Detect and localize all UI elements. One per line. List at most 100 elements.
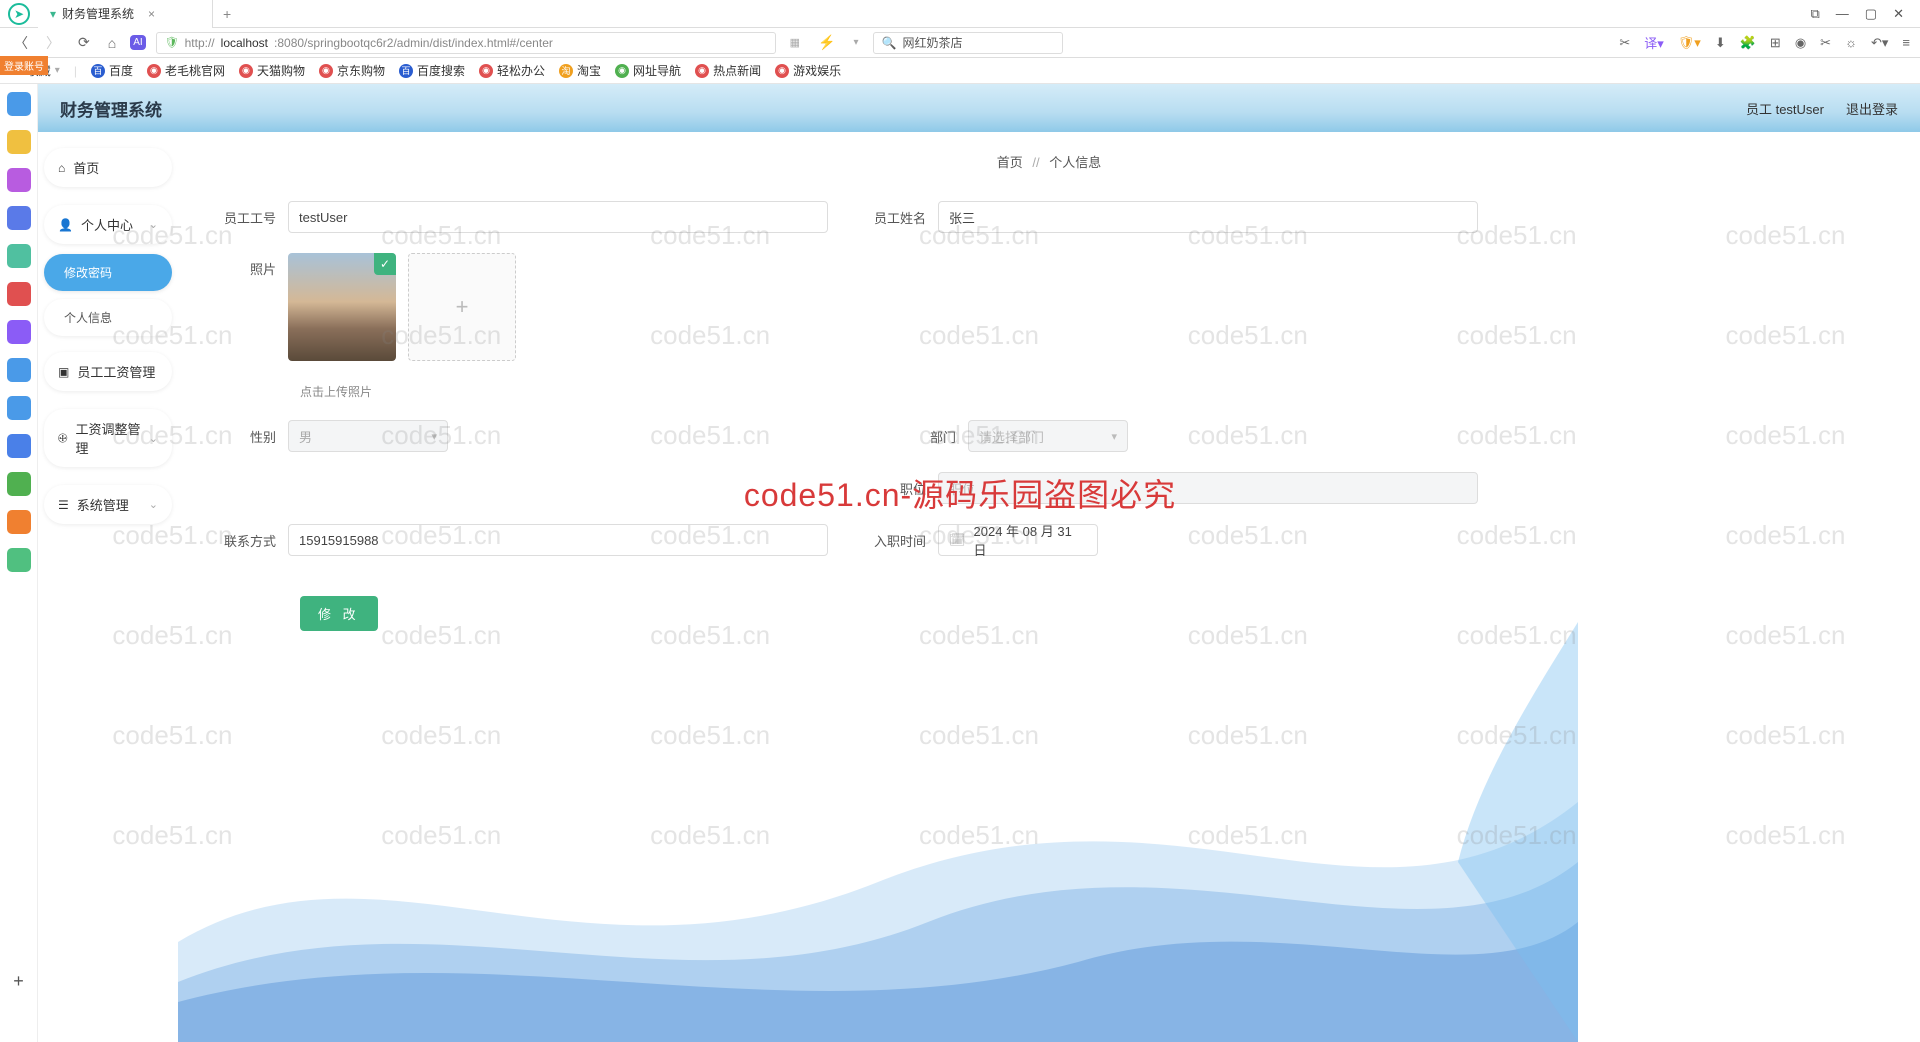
input-emp-id[interactable]: testUser <box>288 201 828 233</box>
menu-salary-mgmt[interactable]: ▣ 员工工资管理 <box>44 352 172 391</box>
app-container: 财务管理系统 员工 testUser 退出登录 ⌂ 首页 👤 个人中心 ⌄ 修改… <box>38 84 1920 1042</box>
calendar-icon: 🗓 <box>949 532 966 548</box>
url-path: :8080/springbootqc6r2/admin/dist/index.h… <box>274 36 553 50</box>
window-minimize-icon[interactable]: — <box>1836 6 1849 22</box>
submenu-change-password[interactable]: 修改密码 <box>44 254 172 291</box>
chevron-down-icon: ⌄ <box>149 432 158 445</box>
download-icon[interactable]: ⬇ <box>1715 35 1726 51</box>
shield-icon[interactable]: 🛡▾ <box>1678 35 1701 51</box>
label-photo: 照片 <box>208 253 288 278</box>
add-app-icon[interactable]: + <box>13 971 24 992</box>
browser-logo-icon: ➤ <box>8 3 30 25</box>
sun-icon[interactable]: ☼ <box>1845 35 1857 50</box>
menu-personal[interactable]: 👤 个人中心 ⌄ <box>44 205 172 244</box>
nav-back-icon[interactable]: 〈 <box>10 31 32 55</box>
menu-system-mgmt[interactable]: ☰ 系统管理 ⌄ <box>44 485 172 524</box>
bookmark-item[interactable]: ◉京东购物 <box>319 62 385 79</box>
app-icon[interactable] <box>7 168 31 192</box>
app-icon[interactable] <box>7 358 31 382</box>
browser-toolbar-right: ✂ 译▾ 🛡▾ ⬇ 🧩 ⊞ ◉ ✂ ☼ ↶▾ ≡ <box>1619 33 1910 52</box>
bookmark-item[interactable]: 淘淘宝 <box>559 62 601 79</box>
apps-icon[interactable]: ⊞ <box>1770 35 1781 51</box>
url-qr-icon[interactable]: ▦ <box>786 34 804 51</box>
bookmark-item[interactable]: ◉天猫购物 <box>239 62 305 79</box>
photo-upload-button[interactable]: + <box>408 253 516 361</box>
browser-nav-bar: 〈 〉 ⟳ ⌂ AI 🛡 http://localhost:8080/sprin… <box>0 28 1920 58</box>
tab-close-icon[interactable]: × <box>148 7 155 21</box>
translate-icon[interactable]: 译▾ <box>1644 33 1664 52</box>
input-hire-date[interactable]: 🗓 2024 年 08 月 31 日 <box>938 524 1098 556</box>
app-title: 财务管理系统 <box>60 96 162 121</box>
undo-icon[interactable]: ↶▾ <box>1871 35 1888 51</box>
app-icon[interactable] <box>7 244 31 268</box>
bookmark-baidu[interactable]: 百百度 <box>91 62 133 79</box>
window-popup-icon[interactable]: ⧉ <box>1811 6 1820 22</box>
new-tab-button[interactable]: + <box>213 6 241 22</box>
bookmark-item[interactable]: ◉网址导航 <box>615 62 681 79</box>
home-icon: ⌂ <box>58 161 65 175</box>
app-icon[interactable] <box>7 396 31 420</box>
nav-home-icon[interactable]: ⌂ <box>104 33 120 53</box>
app-icon[interactable] <box>7 320 31 344</box>
url-host: localhost <box>221 36 268 50</box>
bookmarks-bar: ★收藏▾ | 百百度 ◉老毛桃官网 ◉天猫购物 ◉京东购物 百百度搜索 ◉轻松办… <box>0 58 1920 84</box>
url-prefix: http:// <box>185 36 215 50</box>
app-icon[interactable] <box>7 206 31 230</box>
bookmark-item[interactable]: ◉热点新闻 <box>695 62 761 79</box>
extensions-icon[interactable]: 🧩 <box>1740 35 1756 51</box>
bookmark-item[interactable]: 百百度搜索 <box>399 62 465 79</box>
bookmark-item[interactable]: ◉游戏娱乐 <box>775 62 841 79</box>
chevron-down-icon: ⌄ <box>149 218 158 231</box>
browser-tab[interactable]: ▾ 财务管理系统 × <box>38 0 213 28</box>
browser-tab-bar: ➤ ▾ 财务管理系统 × + ⧉ — ▢ ✕ <box>0 0 1920 28</box>
input-position[interactable]: 职位 <box>938 472 1478 504</box>
submenu-profile[interactable]: 个人信息 <box>44 299 172 336</box>
current-user[interactable]: 员工 testUser <box>1746 99 1824 118</box>
content: 首页 // 个人信息 员工工号 testUser 员工姓名 张三 照片 <box>178 132 1920 1042</box>
select-gender[interactable]: 男 ▾ <box>288 420 448 452</box>
menu-home[interactable]: ⌂ 首页 <box>44 148 172 187</box>
app-icon[interactable] <box>7 282 31 306</box>
input-contact[interactable]: 15915915988 <box>288 524 828 556</box>
select-dept[interactable]: 请选择部门 ▾ <box>968 420 1128 452</box>
logout-link[interactable]: 退出登录 <box>1846 99 1898 118</box>
app-header: 财务管理系统 员工 testUser 退出登录 <box>38 84 1920 132</box>
app-icon[interactable] <box>7 510 31 534</box>
url-bar[interactable]: 🛡 http://localhost:8080/springbootqc6r2/… <box>156 32 776 54</box>
scissors-icon[interactable]: ✂ <box>1619 35 1630 51</box>
browser-search[interactable]: 🔍 网红奶茶店 <box>873 32 1063 54</box>
chevron-down-icon: ▾ <box>431 430 437 443</box>
chrome-icon[interactable]: ◉ <box>1795 35 1806 51</box>
nav-forward-icon[interactable]: 〉 <box>42 31 64 55</box>
chevron-down-icon: ⌄ <box>149 498 158 511</box>
bookmark-item[interactable]: ◉老毛桃官网 <box>147 62 225 79</box>
list-icon: ▣ <box>58 365 69 379</box>
label-dept: 部门 <box>888 427 968 446</box>
label-emp-id: 员工工号 <box>208 208 288 227</box>
url-bolt-icon[interactable]: ⚡ <box>814 32 839 53</box>
adjust-icon: 🕀 <box>58 431 68 446</box>
chevron-down-icon: ▾ <box>1111 430 1117 443</box>
bookmark-item[interactable]: ◉轻松办公 <box>479 62 545 79</box>
label-position: 职位 <box>858 479 938 498</box>
screenshot-icon[interactable]: ✂ <box>1820 35 1831 51</box>
app-icon[interactable] <box>7 92 31 116</box>
breadcrumb-home[interactable]: 首页 <box>997 155 1023 170</box>
app-icon[interactable] <box>7 472 31 496</box>
app-icon[interactable] <box>7 548 31 572</box>
input-emp-name[interactable]: 张三 <box>938 201 1478 233</box>
breadcrumb-sep: // <box>1032 155 1039 170</box>
login-badge[interactable]: 登录账号 <box>0 56 48 75</box>
menu-icon[interactable]: ≡ <box>1902 35 1910 50</box>
photo-thumbnail[interactable]: ✓ <box>288 253 396 361</box>
photo-check-icon: ✓ <box>374 253 396 275</box>
window-close-icon[interactable]: ✕ <box>1893 6 1904 22</box>
nav-refresh-icon[interactable]: ⟳ <box>74 32 94 53</box>
url-caret-icon[interactable]: ▾ <box>850 35 863 50</box>
window-maximize-icon[interactable]: ▢ <box>1865 6 1877 22</box>
submit-button[interactable]: 修 改 <box>300 596 378 631</box>
app-icon[interactable] <box>7 130 31 154</box>
app-icon[interactable] <box>7 434 31 458</box>
nav-ai-icon[interactable]: AI <box>130 35 145 50</box>
menu-salary-adjust[interactable]: 🕀 工资调整管理 ⌄ <box>44 409 172 467</box>
